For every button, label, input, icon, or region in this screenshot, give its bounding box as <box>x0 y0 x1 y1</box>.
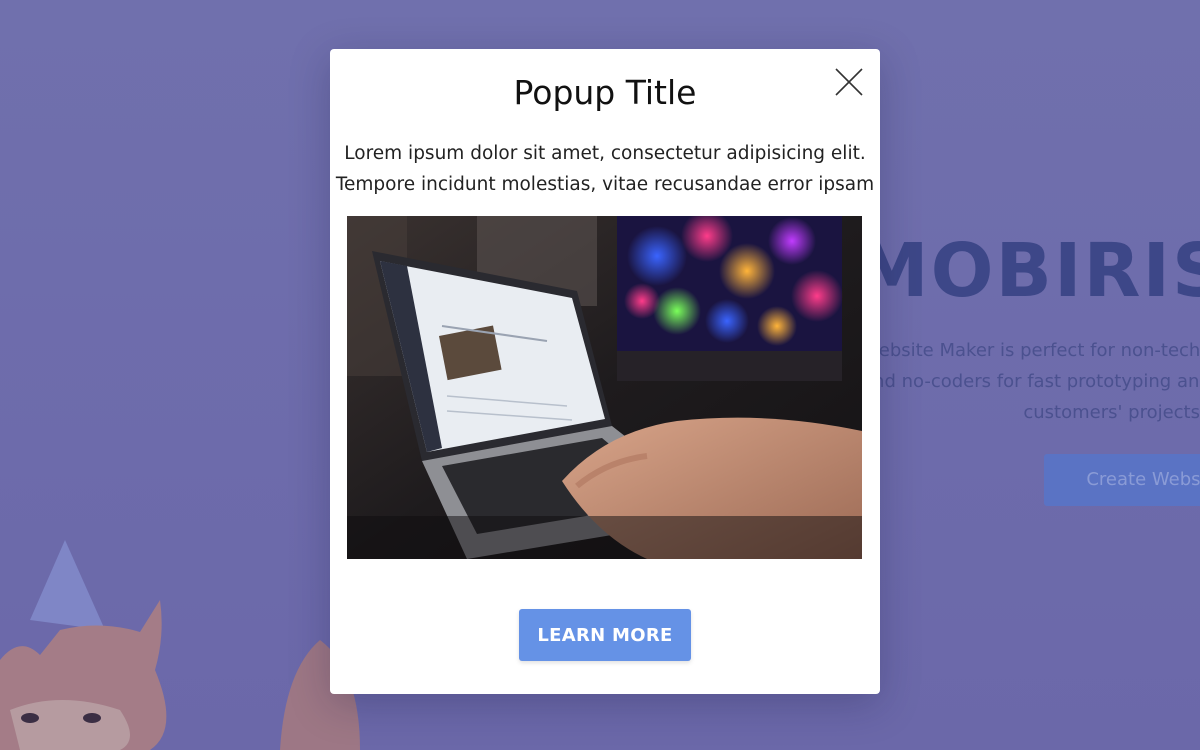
popup-text: Lorem ipsum dolor sit amet, consectetur … <box>330 138 880 200</box>
popup-text-line-1: Lorem ipsum dolor sit amet, consectetur … <box>344 143 866 164</box>
hero-title-text: MOBIRISE <box>855 228 1200 314</box>
laptop-photo <box>347 216 862 559</box>
dog-illustration <box>0 540 167 750</box>
popup-modal: Popup Title Lorem ipsum dolor sit amet, … <box>330 49 880 694</box>
create-website-button: Create Website <box>1044 454 1200 506</box>
popup-title: Popup Title <box>513 73 697 112</box>
laptop-photo-illustration <box>347 216 862 559</box>
hero-title: MOBIRISE <box>855 228 1200 314</box>
hero-text-line-3: customers' projects <box>1023 402 1200 423</box>
learn-more-button[interactable]: LEARN MORE <box>519 609 691 661</box>
hero-text: Website Maker is perfect for non-techies… <box>862 335 1200 428</box>
hero-text-line-1: Website Maker is perfect for non-techies <box>862 340 1200 361</box>
popup-text-line-2: Tempore incidunt molestias, vitae recusa… <box>335 174 875 195</box>
hero-text-line-2: and no-coders for fast prototyping and s… <box>862 371 1200 392</box>
